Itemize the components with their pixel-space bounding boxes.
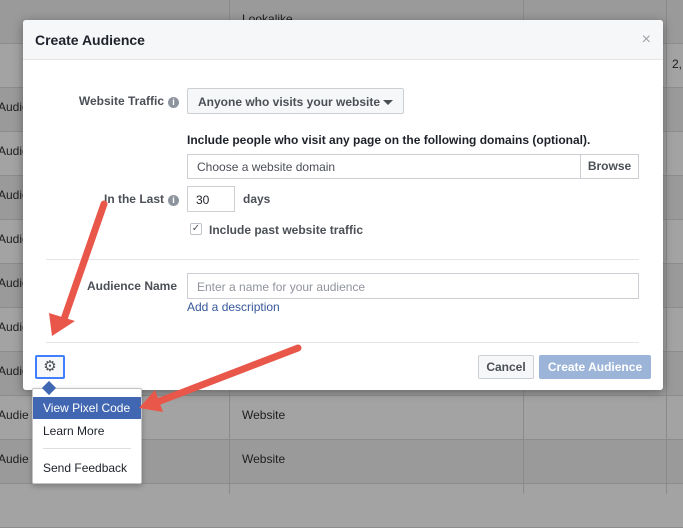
website-traffic-label-text: Website Traffic xyxy=(78,94,164,108)
in-the-last-label-text: In the Last xyxy=(103,192,164,206)
browse-button[interactable]: Browse xyxy=(580,155,638,178)
in-the-last-label: In the Last i xyxy=(43,192,179,206)
info-icon[interactable]: i xyxy=(168,195,179,206)
gear-icon: ⚙ xyxy=(43,358,57,375)
dialog-header: Create Audience × xyxy=(23,20,663,60)
menu-separator xyxy=(43,448,131,449)
close-icon[interactable]: × xyxy=(642,31,651,49)
audience-name-label: Audience Name xyxy=(86,279,177,293)
table-cell-name: Audie xyxy=(0,408,29,422)
table-cell-type: Website xyxy=(242,452,286,466)
settings-button[interactable]: ⚙ xyxy=(35,355,65,379)
website-traffic-selected: Anyone who visits your website xyxy=(198,95,381,109)
include-past-traffic-checkbox[interactable]: ✓ xyxy=(190,223,202,235)
info-icon[interactable]: i xyxy=(168,97,179,108)
divider xyxy=(46,342,639,343)
menu-item-learn-more[interactable]: Learn More xyxy=(33,420,141,442)
column-divider xyxy=(666,0,667,494)
menu-item-view-pixel-code[interactable]: View Pixel Code xyxy=(33,397,141,419)
website-traffic-dropdown[interactable]: Anyone who visits your website xyxy=(187,88,404,114)
table-cell-type: Website xyxy=(242,408,286,422)
settings-menu: View Pixel Code Learn More Send Feedback xyxy=(32,380,142,484)
create-audience-button[interactable]: Create Audience xyxy=(539,355,651,379)
audience-name-input[interactable]: Enter a name for your audience xyxy=(187,273,639,299)
days-input[interactable]: 30 xyxy=(187,186,235,212)
domain-placeholder: Choose a website domain xyxy=(197,160,336,174)
add-description-link[interactable]: Add a description xyxy=(187,300,280,314)
divider xyxy=(46,259,639,260)
table-cell-name: Audie xyxy=(0,452,29,466)
website-traffic-label: Website Traffic i xyxy=(43,94,179,108)
menu-item-send-feedback[interactable]: Send Feedback xyxy=(33,457,141,479)
table-row xyxy=(0,484,683,528)
dialog-title: Create Audience xyxy=(35,32,145,48)
cancel-button[interactable]: Cancel xyxy=(478,355,534,379)
include-past-traffic-label: Include past website traffic xyxy=(209,223,364,237)
domains-help-text: Include people who visit any page on the… xyxy=(187,133,591,147)
days-label: days xyxy=(243,192,271,206)
domain-input[interactable]: Choose a website domain Browse xyxy=(187,154,639,179)
create-audience-dialog: Create Audience × Website Traffic i Anyon… xyxy=(23,20,663,390)
table-cell-value: 2, xyxy=(672,57,683,71)
chevron-down-icon xyxy=(383,100,393,105)
